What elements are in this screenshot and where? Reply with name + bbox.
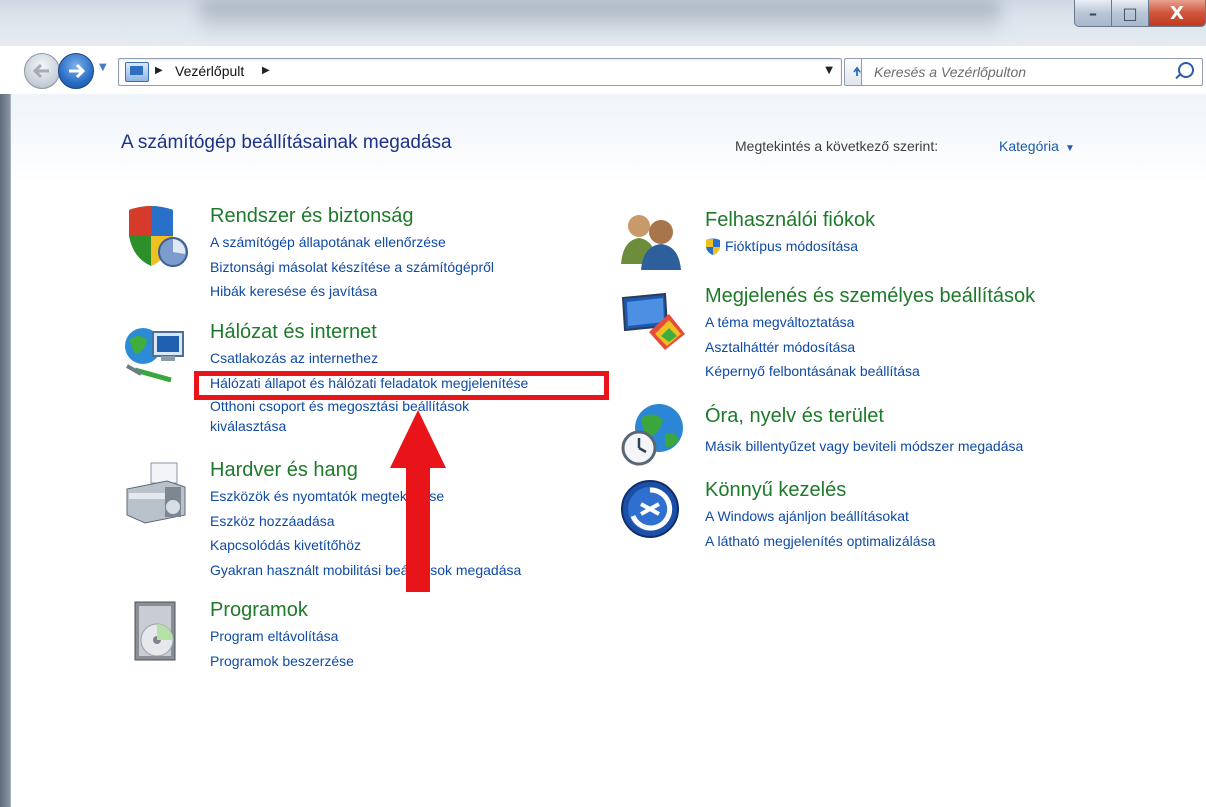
- address-bar[interactable]: ▶ Vezérlőpult ▶ ▼: [118, 58, 842, 86]
- highlight-box: [194, 371, 609, 400]
- link-devices-printers[interactable]: Eszközök és nyomtatók megtekintése: [210, 484, 521, 509]
- category-clock-language-region: Óra, nyelv és terület Másik billentyűzet…: [705, 404, 1023, 459]
- window-left-border: [0, 94, 10, 807]
- clock-globe-icon: [621, 404, 683, 466]
- main-content: A számítógép beállításainak megadása Meg…: [10, 94, 1206, 807]
- link-find-fix-problems[interactable]: Hibák keresése és javítása: [210, 279, 494, 304]
- programs-icon: [134, 601, 176, 661]
- maximize-button[interactable]: □: [1112, 0, 1149, 27]
- address-dropdown-icon[interactable]: ▼: [825, 65, 833, 76]
- window-controls: – □ X: [1074, 0, 1206, 36]
- control-panel-icon: [125, 62, 149, 82]
- link-change-desktop-background[interactable]: Asztalháttér módosítása: [705, 335, 1035, 360]
- view-by-dropdown[interactable]: Kategória ▼: [999, 138, 1075, 154]
- category-title-network-internet[interactable]: Hálózat és internet: [210, 320, 528, 344]
- back-arrow-icon: [33, 64, 49, 78]
- category-user-accounts: Felhasználói fiókok Fióktípus módosítása: [705, 208, 875, 259]
- category-title-hardware-sound[interactable]: Hardver és hang: [210, 458, 521, 482]
- search-icon[interactable]: [1178, 62, 1194, 78]
- view-by-label: Megtekintés a következő szerint:: [735, 138, 939, 154]
- close-button[interactable]: X: [1149, 0, 1206, 27]
- category-title-ease-of-access[interactable]: Könnyű kezelés: [705, 478, 935, 502]
- link-change-account-type-label[interactable]: Fióktípus módosítása: [725, 238, 858, 254]
- shield-icon: [129, 206, 188, 267]
- display-icon: [621, 292, 685, 350]
- link-connect-internet[interactable]: Csatlakozás az internethez: [210, 346, 528, 371]
- title-bar: – □ X: [0, 0, 1206, 46]
- link-add-device[interactable]: Eszköz hozzáadása: [210, 509, 521, 534]
- category-appearance: Megjelenés és személyes beállítások A té…: [705, 284, 1035, 384]
- link-connect-projector[interactable]: Kapcsolódás kivetítőhöz: [210, 533, 521, 558]
- link-homegroup-sharing-cont[interactable]: kiválasztása: [210, 416, 528, 436]
- search-input[interactable]: [872, 62, 1176, 82]
- category-title-programs[interactable]: Programok: [210, 598, 354, 622]
- users-icon: [621, 215, 681, 270]
- breadcrumb-control-panel[interactable]: Vezérlőpult: [175, 63, 244, 79]
- category-programs: Programok Program eltávolítása Programok…: [210, 598, 354, 673]
- breadcrumb-separator-icon[interactable]: ▶: [262, 65, 270, 76]
- search-box[interactable]: [861, 58, 1203, 86]
- link-optimize-visual-display[interactable]: A látható megjelenítés optimalizálása: [705, 529, 935, 554]
- red-arrow-icon: [390, 410, 446, 592]
- link-change-keyboard[interactable]: Másik billentyűzet vagy beviteli módszer…: [705, 434, 1023, 459]
- category-title-appearance[interactable]: Megjelenés és személyes beállítások: [705, 284, 1035, 308]
- category-title-user-accounts[interactable]: Felhasználói fiókok: [705, 208, 875, 232]
- forward-arrow-icon: [69, 64, 85, 78]
- link-get-programs[interactable]: Programok beszerzése: [210, 649, 354, 674]
- link-backup-computer[interactable]: Biztonsági másolat készítése a számítógé…: [210, 255, 494, 280]
- category-hardware-sound: Hardver és hang Eszközök és nyomtatók me…: [210, 458, 521, 582]
- printer-icon: [126, 462, 186, 524]
- link-change-account-type[interactable]: Fióktípus módosítása: [705, 234, 875, 259]
- forward-button[interactable]: [58, 53, 94, 89]
- link-change-theme[interactable]: A téma megváltoztatása: [705, 310, 1035, 335]
- minimize-button[interactable]: –: [1074, 0, 1112, 27]
- ease-of-access-icon: [621, 480, 679, 538]
- view-by-value[interactable]: Kategória: [999, 138, 1059, 154]
- link-windows-suggest-settings[interactable]: A Windows ajánljon beállításokat: [705, 504, 935, 529]
- network-icon: [125, 328, 184, 383]
- category-system-security: Rendszer és biztonság A számítógép állap…: [210, 204, 494, 304]
- link-check-computer-status[interactable]: A számítógép állapotának ellenőrzése: [210, 230, 494, 255]
- dropdown-arrow-icon[interactable]: ▼: [1065, 143, 1075, 154]
- link-mobility-settings[interactable]: Gyakran használt mobilitási beállítások …: [210, 558, 521, 583]
- recent-pages-dropdown[interactable]: ▼: [99, 62, 107, 73]
- category-ease-of-access: Könnyű kezelés A Windows ajánljon beállí…: [705, 478, 935, 553]
- category-title-clock-language-region[interactable]: Óra, nyelv és terület: [705, 404, 1023, 428]
- breadcrumb-separator-icon[interactable]: ▶: [155, 65, 163, 76]
- address-row: ▼ ▶ Vezérlőpult ▶ ▼: [0, 50, 1206, 92]
- link-adjust-screen-resolution[interactable]: Képernyő felbontásának beállítása: [705, 359, 1035, 384]
- category-title-system-security[interactable]: Rendszer és biztonság: [210, 204, 494, 228]
- link-uninstall-program[interactable]: Program eltávolítása: [210, 624, 354, 649]
- page-title: A számítógép beállításainak megadása: [121, 132, 452, 153]
- uac-shield-icon: [706, 238, 720, 255]
- back-button[interactable]: [24, 53, 60, 89]
